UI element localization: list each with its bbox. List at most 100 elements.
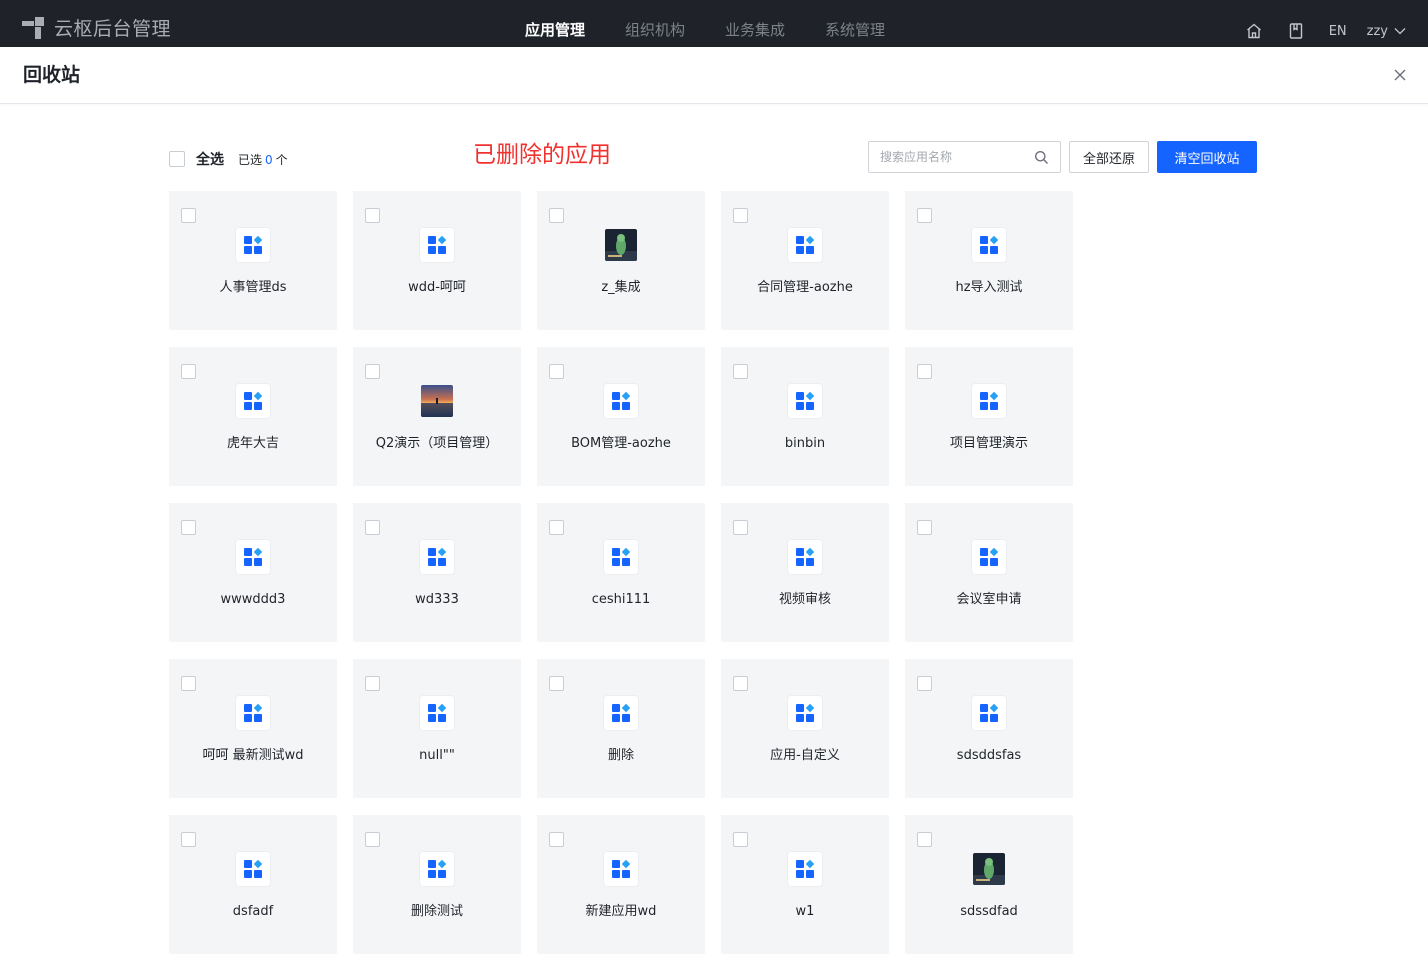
app-card[interactable]: 新建应用wd: [537, 815, 705, 954]
app-checkbox[interactable]: [733, 364, 748, 379]
app-checkbox[interactable]: [917, 364, 932, 379]
app-card[interactable]: wdd-呵呵: [353, 191, 521, 330]
app-name: 视频审核: [778, 592, 831, 607]
app-checkbox[interactable]: [181, 832, 196, 847]
app-card[interactable]: 呵呵 最新测试wd: [169, 659, 337, 798]
nav-business-integration[interactable]: 业务集成: [725, 16, 785, 44]
app-card[interactable]: sdsddsfas: [905, 659, 1073, 798]
app-card[interactable]: binbin: [721, 347, 889, 486]
app-card[interactable]: 会议室申请: [905, 503, 1073, 642]
recycle-toolbar: 全选 已选0个 已删除的应用 全部还原 清空回收站: [169, 141, 1257, 173]
app-card[interactable]: 虎年大吉: [169, 347, 337, 486]
selected-suffix: 个: [275, 152, 288, 167]
app-checkbox[interactable]: [733, 676, 748, 691]
app-checkbox[interactable]: [549, 364, 564, 379]
deleted-apps-title: 已删除的应用: [473, 142, 611, 168]
home-icon[interactable]: [1245, 22, 1263, 40]
nav-app-management[interactable]: 应用管理: [525, 16, 585, 44]
app-name: sdsddsfas: [956, 748, 1022, 763]
app-checkbox[interactable]: [365, 208, 380, 223]
search-input[interactable]: [869, 142, 1019, 172]
nav-organization[interactable]: 组织机构: [625, 16, 685, 44]
book-icon[interactable]: [1287, 22, 1305, 40]
app-card[interactable]: ceshi111: [537, 503, 705, 642]
app-card[interactable]: Q2演示（项目管理）: [353, 347, 521, 486]
app-checkbox[interactable]: [365, 520, 380, 535]
app-grid-icon: [788, 228, 822, 262]
search-icon[interactable]: [1034, 150, 1049, 165]
app-name: wd333: [415, 592, 459, 607]
app-grid-icon: [604, 384, 638, 418]
user-menu[interactable]: zzy: [1367, 24, 1406, 39]
app-checkbox[interactable]: [181, 364, 196, 379]
app-grid-icon: [972, 696, 1006, 730]
top-navigation-bar: 云枢后台管理 应用管理 组织机构 业务集成 系统管理 EN zzy: [0, 0, 1428, 47]
app-checkbox[interactable]: [917, 520, 932, 535]
app-name: 会议室申请: [956, 592, 1022, 607]
app-card[interactable]: sdssdfad: [905, 815, 1073, 954]
nav-system-management[interactable]: 系统管理: [825, 16, 885, 44]
app-name: 虎年大吉: [226, 436, 279, 451]
app-name: hz导入测试: [955, 280, 1023, 295]
app-checkbox[interactable]: [365, 832, 380, 847]
close-icon[interactable]: [1392, 67, 1408, 83]
app-card[interactable]: 删除: [537, 659, 705, 798]
app-checkbox[interactable]: [549, 208, 564, 223]
app-checkbox[interactable]: [181, 676, 196, 691]
app-checkbox[interactable]: [365, 676, 380, 691]
app-grid-icon: [788, 852, 822, 886]
app-checkbox[interactable]: [917, 676, 932, 691]
deleted-apps-grid: 人事管理ds wdd-呵呵 z_集成 合同管理-aozhe hz导入测试虎年大吉 Q2演示…: [169, 191, 1073, 954]
app-grid-icon: [236, 540, 270, 574]
app-card[interactable]: wd333: [353, 503, 521, 642]
app-card[interactable]: 项目管理演示: [905, 347, 1073, 486]
language-switch[interactable]: EN: [1329, 24, 1347, 39]
app-card[interactable]: z_集成: [537, 191, 705, 330]
app-card[interactable]: 应用-自定义: [721, 659, 889, 798]
app-figure-image-icon: [605, 229, 637, 261]
app-checkbox[interactable]: [549, 676, 564, 691]
app-card[interactable]: 合同管理-aozhe: [721, 191, 889, 330]
app-grid-icon: [420, 852, 454, 886]
app-card[interactable]: 视频审核: [721, 503, 889, 642]
app-card[interactable]: w1: [721, 815, 889, 954]
app-checkbox[interactable]: [917, 832, 932, 847]
selected-count-number: 0: [265, 152, 273, 167]
app-card[interactable]: 人事管理ds: [169, 191, 337, 330]
selected-prefix: 已选: [238, 152, 263, 167]
top-right-actions: EN zzy: [1221, 16, 1406, 46]
app-card[interactable]: 删除测试: [353, 815, 521, 954]
app-card[interactable]: BOM管理-aozhe: [537, 347, 705, 486]
app-grid-icon: [604, 696, 638, 730]
app-name: 呵呵 最新测试wd: [202, 748, 304, 763]
app-checkbox[interactable]: [365, 364, 380, 379]
app-name: 删除测试: [410, 904, 463, 919]
app-card[interactable]: hz导入测试: [905, 191, 1073, 330]
app-grid-icon: [236, 384, 270, 418]
app-card[interactable]: dsfadf: [169, 815, 337, 954]
app-checkbox[interactable]: [733, 520, 748, 535]
page-title: 回收站: [23, 64, 81, 86]
app-grid-icon: [604, 852, 638, 886]
app-checkbox[interactable]: [181, 520, 196, 535]
app-checkbox[interactable]: [733, 208, 748, 223]
app-card[interactable]: wwwddd3: [169, 503, 337, 642]
app-name: Q2演示（项目管理）: [375, 436, 499, 451]
app-checkbox[interactable]: [917, 208, 932, 223]
app-grid-icon: [420, 540, 454, 574]
app-card[interactable]: null"": [353, 659, 521, 798]
restore-all-button[interactable]: 全部还原: [1069, 141, 1149, 173]
app-search: [868, 141, 1061, 173]
clear-recycle-bin-button[interactable]: 清空回收站: [1157, 141, 1257, 173]
app-figure-image-icon: [973, 853, 1005, 885]
app-checkbox[interactable]: [549, 832, 564, 847]
app-grid-icon: [236, 852, 270, 886]
app-checkbox[interactable]: [733, 832, 748, 847]
app-name: wdd-呵呵: [408, 280, 466, 295]
app-name: 合同管理-aozhe: [757, 280, 853, 295]
select-all-label[interactable]: 全选: [196, 149, 224, 169]
brand[interactable]: 云枢后台管理: [22, 15, 171, 43]
select-all-checkbox[interactable]: [169, 151, 185, 167]
app-checkbox[interactable]: [181, 208, 196, 223]
app-checkbox[interactable]: [549, 520, 564, 535]
